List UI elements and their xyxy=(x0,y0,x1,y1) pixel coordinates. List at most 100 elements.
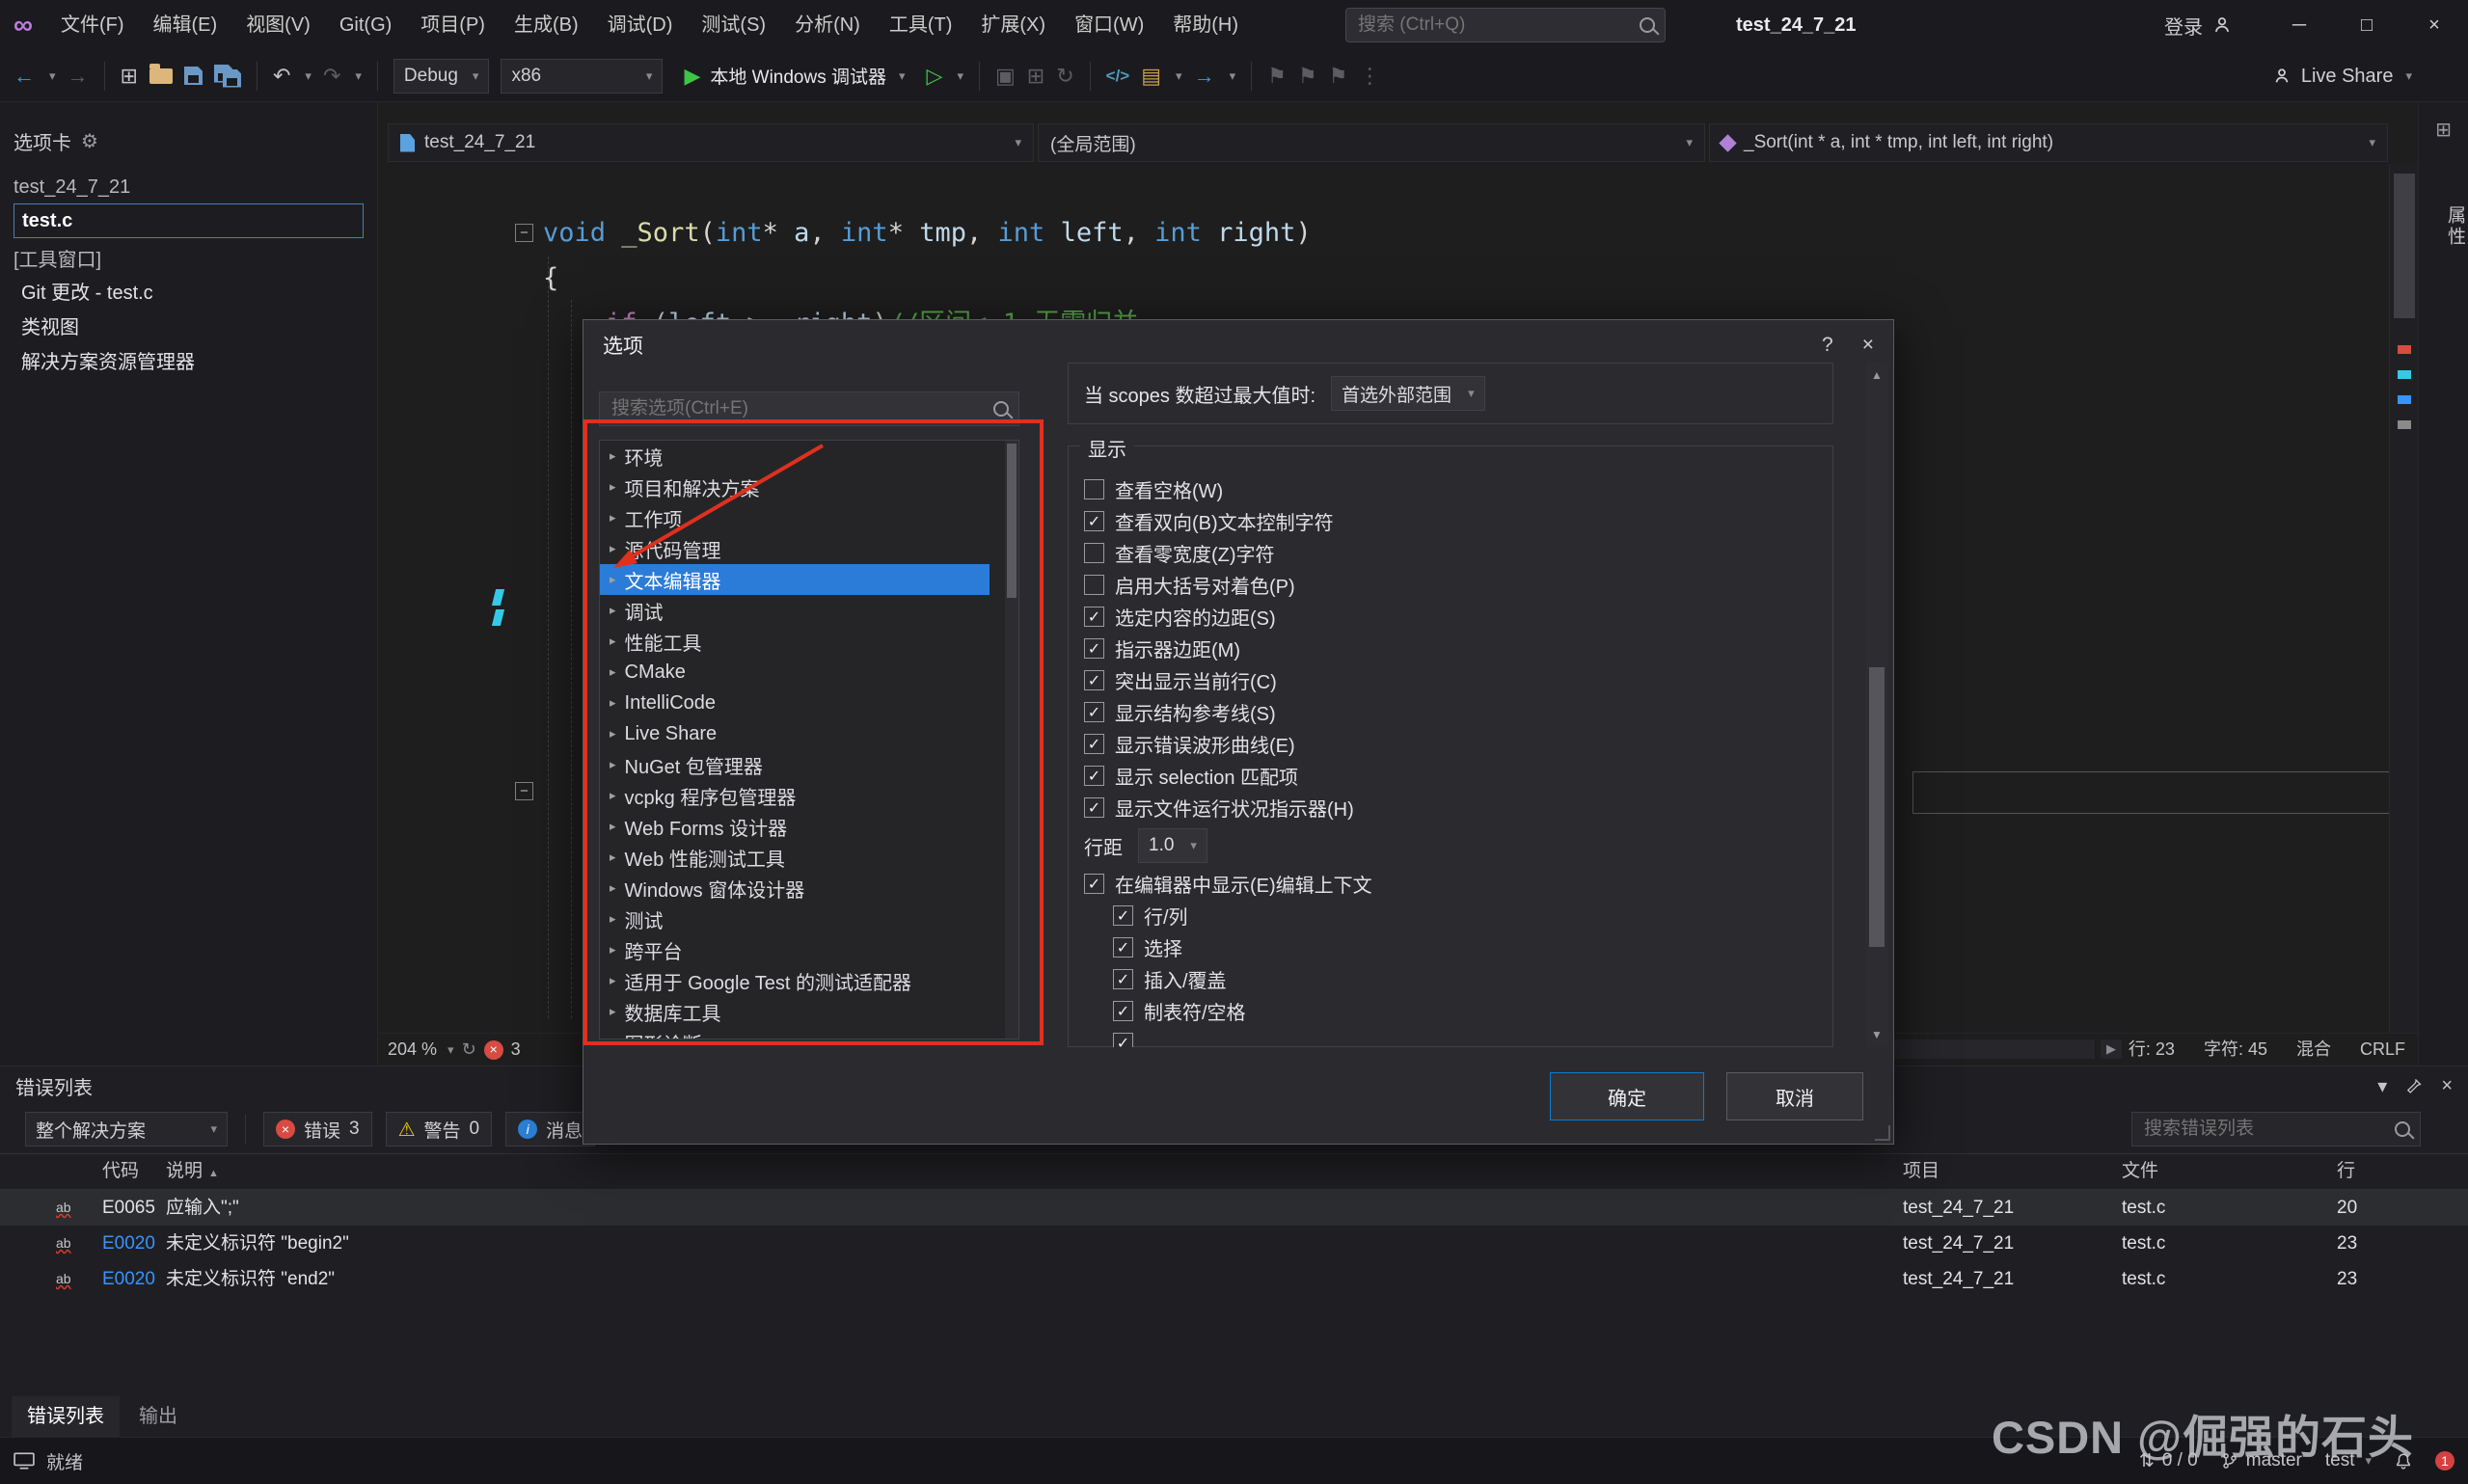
navigate-back-icon[interactable]: ← xyxy=(14,66,35,87)
tree-item[interactable]: ▸IntelliCode xyxy=(600,688,990,718)
tree-item[interactable]: ▸测试 xyxy=(600,904,990,934)
ok-button[interactable]: 确定 xyxy=(1550,1072,1704,1120)
switcher-item[interactable]: 类视图 xyxy=(14,311,364,346)
redo-icon[interactable]: ↷ xyxy=(323,66,340,87)
navigate-forward-icon[interactable]: → xyxy=(68,66,89,87)
window-position-caret-icon[interactable]: ▾ xyxy=(2377,1074,2387,1098)
checkbox-row[interactable]: 查看零宽度(Z)字符 xyxy=(1084,537,1832,569)
restart-icon[interactable]: ↻ xyxy=(1056,66,1073,87)
checkbox[interactable]: ✓ xyxy=(1084,797,1104,818)
line-spacing-dropdown[interactable]: 1.0▾ xyxy=(1138,828,1207,863)
autohide-tab-properties[interactable]: 属性 xyxy=(2419,205,2468,248)
scopes-dropdown[interactable]: 首选外部范围▾ xyxy=(1331,376,1485,411)
navbar-document-dropdown[interactable]: test_24_7_21 ▾ xyxy=(388,123,1034,162)
pin-icon[interactable] xyxy=(2406,1078,2422,1093)
scroll-down-icon[interactable]: ▼ xyxy=(1866,1024,1887,1045)
editor-vertical-scrollbar[interactable] xyxy=(2389,164,2419,1034)
switcher-item[interactable]: 解决方案资源管理器 xyxy=(14,346,364,381)
cursor-line-indicator[interactable]: 行: 23 xyxy=(2129,1034,2175,1066)
column-header-description[interactable]: 说明▲ xyxy=(166,1154,219,1191)
scroll-up-icon[interactable]: ▲ xyxy=(1866,364,1887,386)
checkbox-row[interactable]: 查看空格(W) xyxy=(1084,473,1832,505)
checkbox-row[interactable]: ✓突出显示当前行(C) xyxy=(1084,664,1832,696)
cancel-button[interactable]: 取消 xyxy=(1726,1072,1863,1120)
dialog-help-icon[interactable]: ? xyxy=(1822,334,1833,357)
checkbox[interactable]: ✓ xyxy=(1084,670,1104,690)
checkbox[interactable]: ✓ xyxy=(1084,511,1104,531)
strip-icon[interactable]: ⊞ xyxy=(2419,118,2468,142)
break-all-icon[interactable]: ⊞ xyxy=(1027,66,1044,87)
checkbox-row[interactable]: ✓选定内容的边距(S) xyxy=(1084,601,1832,633)
checkbox-row[interactable]: ✓制表符/空格 xyxy=(1113,995,1832,1027)
open-folder-icon[interactable] xyxy=(149,68,173,84)
quick-search-box[interactable] xyxy=(1345,8,1666,42)
error-code[interactable]: E0020 xyxy=(102,1226,155,1261)
scroll-right-icon[interactable]: ▶ xyxy=(2101,1039,2122,1059)
checkbox[interactable]: ✓ xyxy=(1084,607,1104,627)
panel-close-icon[interactable]: × xyxy=(2441,1075,2453,1097)
menu-item[interactable]: 文件(F) xyxy=(46,0,139,50)
checkbox-row[interactable]: ✓显示错误波形曲线(E) xyxy=(1084,728,1832,760)
error-code[interactable]: E0065 xyxy=(102,1190,155,1226)
options-search-box[interactable] xyxy=(599,391,1019,426)
error-list-search-box[interactable] xyxy=(2131,1112,2421,1147)
code-element-icon[interactable]: </> xyxy=(1106,67,1130,84)
caret-down-icon[interactable]: ▾ xyxy=(1230,68,1236,84)
tab-output[interactable]: 输出 xyxy=(123,1396,193,1437)
resize-grip[interactable] xyxy=(1875,1125,1890,1141)
checkbox[interactable]: ✓ xyxy=(1113,905,1133,926)
tree-item[interactable]: ▸工作项 xyxy=(600,502,990,533)
checkbox-row[interactable]: ✓查看双向(B)文本控制字符 xyxy=(1084,505,1832,537)
new-project-icon[interactable]: ⊞ xyxy=(121,66,138,87)
error-count-icon[interactable]: × xyxy=(484,1040,503,1060)
error-row[interactable]: abE0065应输入";"test_24_7_21test.c20 xyxy=(0,1190,2468,1226)
checkbox[interactable]: ✓ xyxy=(1084,766,1104,786)
back-caret-icon[interactable]: ▾ xyxy=(49,68,56,84)
checkbox[interactable]: ✓ xyxy=(1113,969,1133,989)
tree-scrollbar[interactable] xyxy=(1005,441,1018,1039)
column-header-line[interactable]: 行 xyxy=(2337,1154,2355,1189)
checkbox-row[interactable]: ✓行/列 xyxy=(1113,900,1832,931)
errors-filter-button[interactable]: × 错误3 xyxy=(263,1112,372,1147)
tree-item[interactable]: ▸CMake xyxy=(600,657,990,688)
menu-item[interactable]: 窗口(W) xyxy=(1060,0,1158,50)
dialog-close-icon[interactable]: × xyxy=(1862,334,1874,357)
menu-item[interactable]: 扩展(X) xyxy=(966,0,1060,50)
tree-item[interactable]: ▸环境 xyxy=(600,441,990,472)
scrollbar-thumb[interactable] xyxy=(2394,174,2415,318)
tree-item[interactable]: ▸文本编辑器 xyxy=(600,564,990,595)
next-bookmark-icon[interactable]: ⚑ xyxy=(1329,66,1348,87)
solution-configuration-dropdown[interactable]: Debug▾ xyxy=(393,59,490,94)
tree-item[interactable]: ▸Web 性能测试工具 xyxy=(600,842,990,873)
menu-item[interactable]: 调试(D) xyxy=(593,0,688,50)
editor-error-count[interactable]: 3 xyxy=(511,1034,521,1066)
undo-caret-icon[interactable]: ▾ xyxy=(305,68,312,84)
line-ending-indicator[interactable]: CRLF xyxy=(2360,1034,2405,1066)
checkbox-row[interactable]: ✓插入/覆盖 xyxy=(1113,963,1832,995)
error-code[interactable]: E0020 xyxy=(102,1261,155,1297)
tree-item[interactable]: ▸数据库工具 xyxy=(600,996,990,1027)
checkbox[interactable]: ✓ xyxy=(1084,734,1104,754)
checkbox-row[interactable]: 启用大括号对着色(P) xyxy=(1084,569,1832,601)
tree-item[interactable]: ▸Live Share xyxy=(600,718,990,749)
checkbox-row[interactable]: ✓显示文件运行状况指示器(H) xyxy=(1084,792,1832,823)
tree-item[interactable]: ▸跨平台 xyxy=(600,934,990,965)
warnings-filter-button[interactable]: ⚠ 警告0 xyxy=(386,1112,493,1147)
tree-item[interactable]: ▸Windows 窗体设计器 xyxy=(600,873,990,904)
notification-badge[interactable]: 1 xyxy=(2435,1451,2454,1471)
checkbox[interactable]: ✓ xyxy=(1113,937,1133,958)
menu-item[interactable]: 测试(S) xyxy=(687,0,780,50)
checkbox-row[interactable]: ✓显示 selection 匹配项 xyxy=(1084,760,1832,792)
tree-item[interactable]: ▸项目和解决方案 xyxy=(600,472,990,502)
cursor-column-indicator[interactable]: 字符: 45 xyxy=(2204,1034,2267,1066)
toolbar-overflow-icon[interactable]: ⋮ xyxy=(1359,66,1380,87)
encoding-indicator[interactable]: 混合 xyxy=(2296,1034,2331,1066)
checkbox[interactable]: ✓ xyxy=(1084,638,1104,659)
live-share-button[interactable]: Live Share ▾ xyxy=(2272,50,2412,102)
tree-item[interactable]: ▸调试 xyxy=(600,595,990,626)
sign-in-button[interactable]: 登录 xyxy=(2164,0,2232,50)
document-outline-icon[interactable]: ▤ xyxy=(1141,66,1161,87)
gear-icon[interactable]: ⚙ xyxy=(81,129,98,153)
column-header-code[interactable]: 代码 xyxy=(102,1154,139,1189)
previous-bookmark-icon[interactable]: ⚑ xyxy=(1298,66,1317,87)
